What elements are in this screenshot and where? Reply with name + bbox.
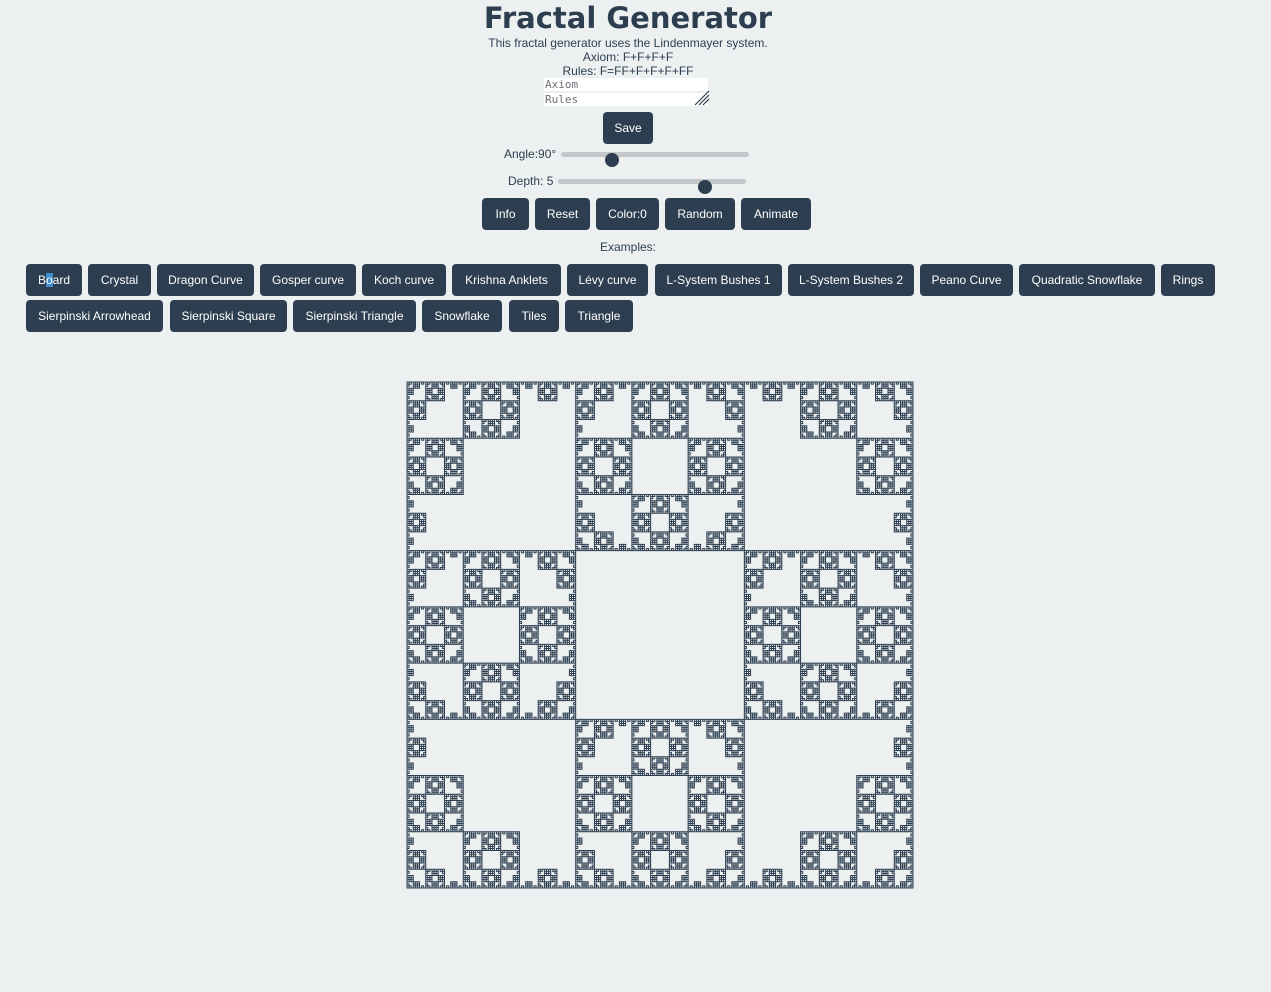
reset-button[interactable]: Reset xyxy=(535,198,590,230)
fractal-generator-page: Fractal Generator This fractal generator… xyxy=(0,0,1271,992)
example-lsystem-bushes-1-button[interactable]: L-System Bushes 1 xyxy=(655,264,782,296)
example-lsystem-bushes-2-button[interactable]: L-System Bushes 2 xyxy=(788,264,914,296)
example-krishna-anklets-button[interactable]: Krishna Anklets xyxy=(452,264,561,296)
example-sierpinski-arrowhead-button[interactable]: Sierpinski Arrowhead xyxy=(26,300,163,332)
animate-button[interactable]: Animate xyxy=(741,198,811,230)
example-sierpinski-square-button[interactable]: Sierpinski Square xyxy=(170,300,287,332)
example-snowflake-button[interactable]: Snowflake xyxy=(422,300,502,332)
color-button[interactable]: Color:0 xyxy=(596,198,659,230)
fractal-canvas xyxy=(406,381,914,889)
depth-slider[interactable] xyxy=(558,179,746,194)
rules-input[interactable] xyxy=(544,93,708,106)
example-rings-button[interactable]: Rings xyxy=(1161,264,1215,296)
info-button[interactable]: Info xyxy=(482,198,529,230)
angle-control: Angle:90° xyxy=(504,146,750,167)
example-dragon-curve-button[interactable]: Dragon Curve xyxy=(157,264,254,296)
example-tiles-button[interactable]: Tiles xyxy=(509,300,559,332)
example-sierpinski-triangle-button[interactable]: Sierpinski Triangle xyxy=(293,300,416,332)
save-button[interactable]: Save xyxy=(603,112,653,144)
axiom-text: Axiom: F+F+F+F xyxy=(582,50,674,64)
example-quadratic-snowflake-button[interactable]: Quadratic Snowflake xyxy=(1019,264,1155,296)
depth-control: Depth: 5 xyxy=(508,173,748,194)
page-title: Fractal Generator xyxy=(483,1,773,35)
description-text: This fractal generator uses the Lindenma… xyxy=(488,36,768,50)
angle-slider[interactable] xyxy=(561,152,749,167)
fractal-path xyxy=(406,381,914,889)
example-board-label: Board xyxy=(37,273,71,287)
depth-label: Depth: 5 xyxy=(508,174,554,188)
example-gosper-curve-button[interactable]: Gosper curve xyxy=(260,264,356,296)
example-levy-curve-button[interactable]: Lévy curve xyxy=(567,264,648,296)
example-koch-curve-button[interactable]: Koch curve xyxy=(362,264,446,296)
example-triangle-button[interactable]: Triangle xyxy=(565,300,633,332)
examples-label: Examples: xyxy=(599,240,657,254)
axiom-input[interactable] xyxy=(544,78,708,91)
example-peano-curve-button[interactable]: Peano Curve xyxy=(920,264,1013,296)
lsystem-input-group xyxy=(544,78,710,106)
random-button[interactable]: Random xyxy=(665,198,735,230)
rules-text: Rules: F=FF+F+F+F+FF xyxy=(562,64,694,78)
depth-slider-thumb[interactable] xyxy=(697,180,712,194)
example-crystal-button[interactable]: Crystal xyxy=(88,264,151,296)
angle-slider-thumb[interactable] xyxy=(604,153,619,167)
angle-label: Angle:90° xyxy=(504,147,557,161)
text-selection-highlight: o xyxy=(45,273,53,287)
example-board-button[interactable]: Board xyxy=(26,264,82,296)
resize-handle-icon[interactable] xyxy=(692,90,710,106)
